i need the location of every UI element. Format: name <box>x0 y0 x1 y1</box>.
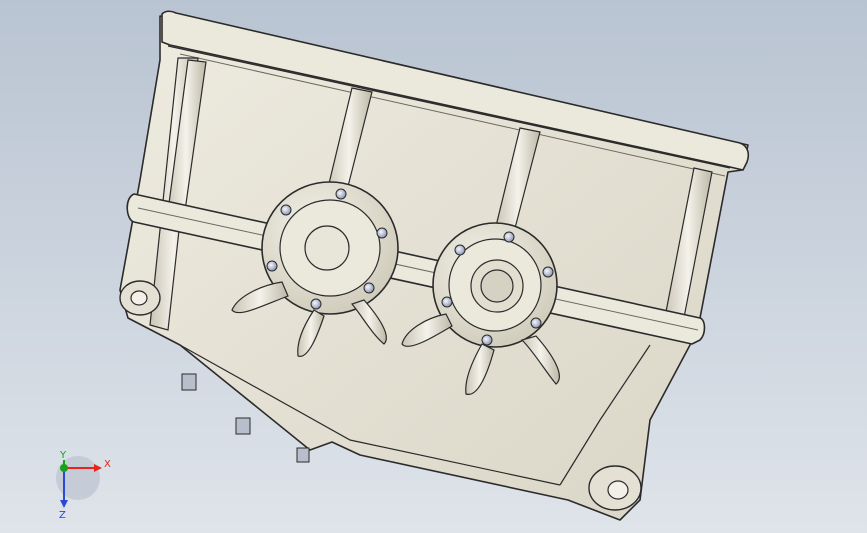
graphics-viewport[interactable]: X Y Z <box>0 0 867 533</box>
bearing-boss-right[interactable] <box>432 222 558 348</box>
z-axis-label: Z <box>59 510 66 520</box>
coordinate-triad: X Y Z <box>56 450 111 520</box>
triad-shadow <box>56 456 100 500</box>
x-axis-label: X <box>104 459 111 470</box>
triad-origin <box>60 464 68 472</box>
right-mounting-lug <box>588 465 642 511</box>
gearbox-housing-model[interactable] <box>0 0 867 533</box>
y-axis-label: Y <box>59 450 67 461</box>
left-mounting-lug <box>119 280 161 316</box>
z-axis-arrow <box>60 500 68 508</box>
